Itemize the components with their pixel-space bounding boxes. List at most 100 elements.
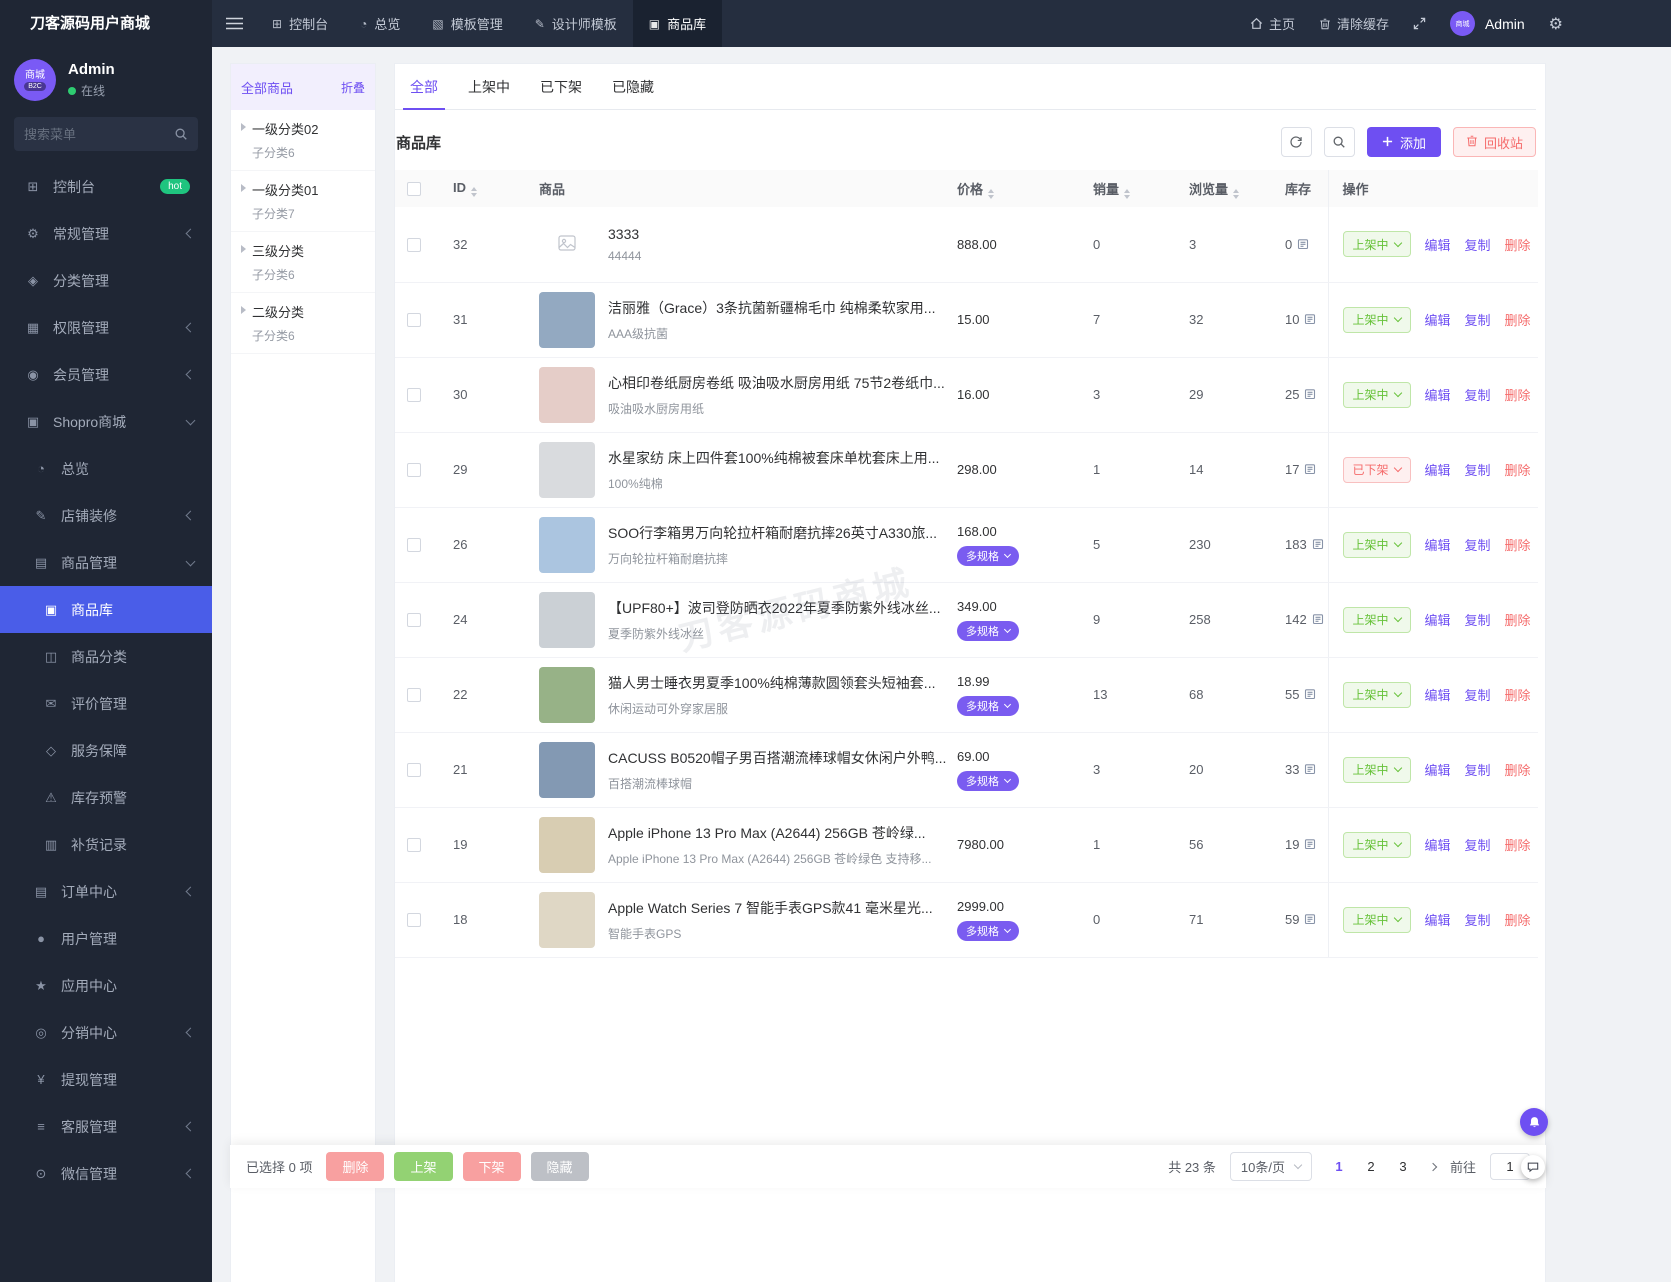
menu-toggle-icon[interactable]	[212, 0, 256, 47]
sidebar-item[interactable]: ▦ 权限管理	[0, 304, 212, 351]
category-item[interactable]: 三级分类 子分类6	[231, 232, 375, 293]
column-header-views[interactable]: 浏览量	[1183, 170, 1279, 207]
status-select[interactable]: 上架中	[1342, 606, 1411, 633]
delete-link[interactable]: 删除	[1505, 760, 1531, 779]
fullscreen-icon[interactable]	[1413, 17, 1426, 30]
user-profile[interactable]: 商城 B2C Admin 在线	[0, 47, 212, 111]
row-checkbox[interactable]	[407, 388, 421, 403]
sort-icon[interactable]	[471, 187, 477, 197]
delete-link[interactable]: 删除	[1505, 835, 1531, 854]
delete-link[interactable]: 删除	[1505, 535, 1531, 554]
navbar-tab[interactable]: ▣ 商品库	[632, 0, 723, 47]
multi-spec-badge[interactable]: 多规格	[957, 620, 1019, 641]
status-select[interactable]: 已下架	[1342, 456, 1411, 483]
edit-link[interactable]: 编辑	[1425, 610, 1451, 629]
stock-log-icon[interactable]	[1304, 313, 1316, 325]
edit-link[interactable]: 编辑	[1425, 535, 1451, 554]
row-checkbox[interactable]	[407, 913, 421, 928]
edit-link[interactable]: 编辑	[1425, 235, 1451, 254]
status-select[interactable]: 上架中	[1342, 231, 1411, 258]
refresh-button[interactable]	[1280, 127, 1312, 157]
delete-link[interactable]: 删除	[1505, 235, 1531, 254]
sidebar-item[interactable]: ⊙ 微信管理	[0, 1150, 212, 1197]
sidebar-item[interactable]: ▣ 商品库	[0, 586, 212, 633]
category-item[interactable]: 一级分类01 子分类7	[231, 171, 375, 232]
stock-log-icon[interactable]	[1312, 613, 1324, 625]
status-select[interactable]: 上架中	[1342, 381, 1411, 408]
navbar-username[interactable]: Admin	[1485, 16, 1525, 32]
sidebar-item[interactable]: ⚙ 常规管理	[0, 210, 212, 257]
search-icon[interactable]	[174, 127, 188, 141]
sidebar-item[interactable]: ⊞ 控制台 hot	[0, 163, 212, 210]
page-button[interactable]: 2	[1358, 1153, 1384, 1180]
copy-link[interactable]: 复制	[1465, 535, 1491, 554]
copy-link[interactable]: 复制	[1465, 385, 1491, 404]
stock-log-icon[interactable]	[1304, 388, 1316, 400]
copy-link[interactable]: 复制	[1465, 235, 1491, 254]
page-button[interactable]: 1	[1326, 1153, 1352, 1180]
row-checkbox[interactable]	[407, 238, 421, 253]
notification-bell-button[interactable]	[1520, 1108, 1548, 1136]
column-header-sales[interactable]: 销量	[1087, 170, 1183, 207]
status-select[interactable]: 上架中	[1342, 306, 1411, 333]
row-checkbox[interactable]	[407, 613, 421, 628]
home-link[interactable]: 主页	[1250, 14, 1295, 33]
sidebar-item[interactable]: ✎ 店铺装修	[0, 492, 212, 539]
sidebar-item[interactable]: ✉ 评价管理	[0, 680, 212, 727]
copy-link[interactable]: 复制	[1465, 835, 1491, 854]
sidebar-item[interactable]: ▤ 订单中心	[0, 868, 212, 915]
collapse-button[interactable]: 折叠	[341, 79, 365, 96]
sidebar-item[interactable]: ● 用户管理	[0, 915, 212, 962]
sidebar-item[interactable]: ≡ 客服管理	[0, 1103, 212, 1150]
batch-button[interactable]: 上架	[394, 1152, 453, 1181]
row-checkbox[interactable]	[407, 838, 421, 853]
status-select[interactable]: 上架中	[1342, 756, 1411, 783]
sidebar-item[interactable]: ◇ 服务保障	[0, 727, 212, 774]
add-button[interactable]: 添加	[1366, 127, 1441, 157]
row-checkbox[interactable]	[407, 463, 421, 478]
batch-button[interactable]: 删除	[326, 1152, 385, 1181]
row-checkbox[interactable]	[407, 763, 421, 778]
copy-link[interactable]: 复制	[1465, 910, 1491, 929]
delete-link[interactable]: 删除	[1505, 310, 1531, 329]
next-page-icon[interactable]	[1428, 1162, 1438, 1171]
delete-link[interactable]: 删除	[1505, 910, 1531, 929]
status-select[interactable]: 上架中	[1342, 681, 1411, 708]
batch-button[interactable]: 下架	[462, 1152, 521, 1181]
sidebar-item[interactable]: ◔ 总览	[0, 445, 212, 492]
clear-cache-link[interactable]: 清除缓存	[1319, 14, 1389, 33]
copy-link[interactable]: 复制	[1465, 610, 1491, 629]
row-checkbox[interactable]	[407, 688, 421, 703]
sidebar-item[interactable]: ◎ 分销中心	[0, 1009, 212, 1056]
sidebar-item[interactable]: ▥ 补货记录	[0, 821, 212, 868]
search-button[interactable]	[1323, 127, 1355, 157]
edit-link[interactable]: 编辑	[1425, 910, 1451, 929]
stock-log-icon[interactable]	[1312, 538, 1324, 550]
multi-spec-badge[interactable]: 多规格	[957, 695, 1019, 716]
settings-gear-icon[interactable]: ⚙	[1549, 14, 1563, 34]
sidebar-item[interactable]: ⚠ 库存预警	[0, 774, 212, 821]
copy-link[interactable]: 复制	[1465, 460, 1491, 479]
navbar-tab[interactable]: ⊞ 控制台	[256, 0, 344, 47]
delete-link[interactable]: 删除	[1505, 385, 1531, 404]
edit-link[interactable]: 编辑	[1425, 460, 1451, 479]
stock-log-icon[interactable]	[1304, 913, 1316, 925]
stock-log-icon[interactable]	[1304, 763, 1316, 775]
sidebar-item[interactable]: ¥ 提现管理	[0, 1056, 212, 1103]
multi-spec-badge[interactable]: 多规格	[957, 770, 1019, 791]
status-select[interactable]: 上架中	[1342, 906, 1411, 933]
copy-link[interactable]: 复制	[1465, 310, 1491, 329]
sort-icon[interactable]	[1124, 188, 1131, 199]
status-tab[interactable]: 已隐藏	[597, 64, 669, 109]
category-item[interactable]: 一级分类02 子分类6	[231, 110, 375, 171]
delete-link[interactable]: 删除	[1505, 460, 1531, 479]
status-tab[interactable]: 已下架	[525, 64, 597, 109]
row-checkbox[interactable]	[407, 538, 421, 553]
copy-link[interactable]: 复制	[1465, 760, 1491, 779]
stock-log-icon[interactable]	[1304, 688, 1316, 700]
sidebar-item[interactable]: ▣ Shopro商城	[0, 398, 212, 445]
copy-link[interactable]: 复制	[1465, 685, 1491, 704]
page-size-select[interactable]: 10条/页	[1229, 1152, 1312, 1181]
sort-icon[interactable]	[1233, 188, 1240, 199]
edit-link[interactable]: 编辑	[1425, 685, 1451, 704]
